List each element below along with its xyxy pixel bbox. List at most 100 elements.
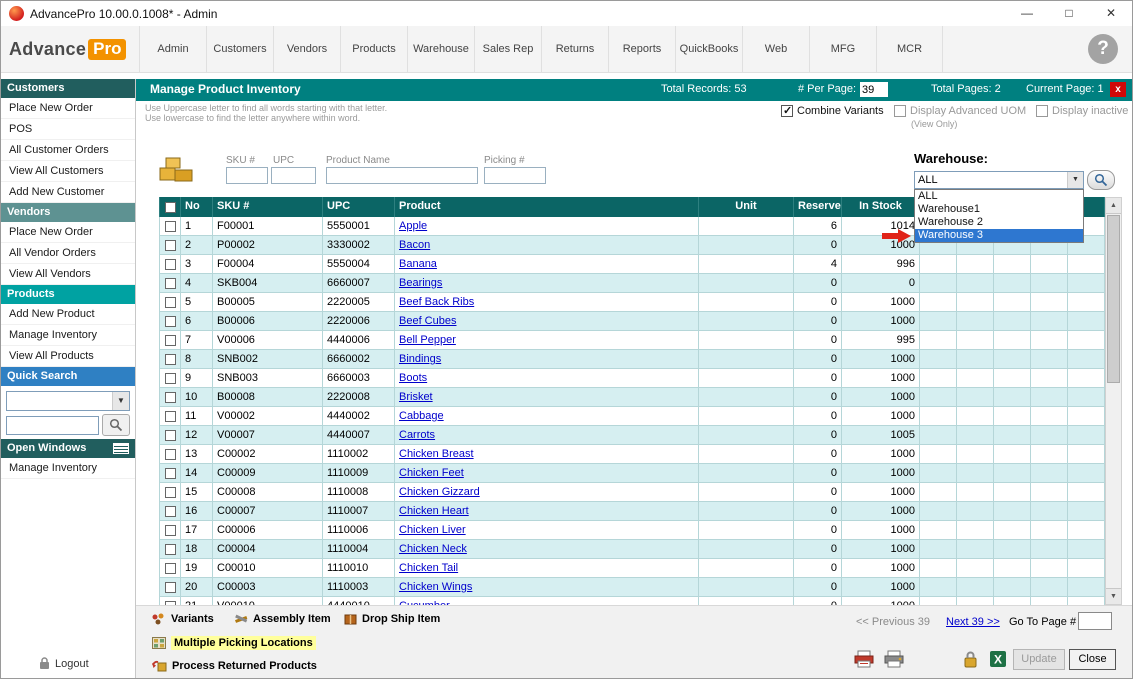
column-header-sku[interactable]: SKU # — [213, 197, 323, 217]
column-header-upc[interactable]: UPC — [323, 197, 395, 217]
row-checkbox[interactable] — [165, 506, 176, 517]
column-header-reserve[interactable]: Reserve... — [794, 197, 842, 217]
nav-tab-sales-rep[interactable]: Sales Rep — [474, 26, 541, 72]
next-page-link[interactable]: Next 39 >> — [946, 616, 1000, 628]
product-link[interactable]: Chicken Feet — [399, 467, 464, 479]
row-checkbox[interactable] — [165, 487, 176, 498]
display-inactive-checkbox[interactable] — [1036, 105, 1048, 117]
scroll-up-arrow[interactable]: ▲ — [1106, 198, 1121, 214]
process-returned-products-label[interactable]: Process Returned Products — [172, 660, 317, 672]
print-button[interactable] — [882, 648, 906, 670]
sidebar-header-vendors[interactable]: Vendors — [1, 203, 135, 222]
warehouse-option-warehouse-2[interactable]: Warehouse 2 — [915, 216, 1083, 229]
product-link[interactable]: Chicken Heart — [399, 505, 469, 517]
row-checkbox[interactable] — [165, 316, 176, 327]
nav-tab-mcr[interactable]: MCR — [876, 26, 943, 72]
warehouse-option-warehouse1[interactable]: Warehouse1 — [915, 203, 1083, 216]
nav-tab-reports[interactable]: Reports — [608, 26, 675, 72]
maximize-button[interactable]: □ — [1048, 1, 1090, 26]
sidebar-item-all-customer-orders[interactable]: All Customer Orders — [1, 140, 135, 161]
row-checkbox[interactable] — [165, 354, 176, 365]
nav-tab-vendors[interactable]: Vendors — [273, 26, 340, 72]
product-link[interactable]: Bell Pepper — [399, 334, 456, 346]
nav-tab-warehouse[interactable]: Warehouse — [407, 26, 474, 72]
nav-tab-quickbooks[interactable]: QuickBooks — [675, 26, 742, 72]
sidebar-item-pos[interactable]: POS — [1, 119, 135, 140]
product-link[interactable]: Bearings — [399, 277, 442, 289]
close-window-button[interactable]: ✕ — [1090, 1, 1132, 26]
warehouse-option-all[interactable]: ALL — [915, 190, 1083, 203]
nav-tab-returns[interactable]: Returns — [541, 26, 608, 72]
product-link[interactable]: Carrots — [399, 429, 435, 441]
row-checkbox[interactable] — [165, 259, 176, 270]
product-link[interactable]: Chicken Neck — [399, 543, 467, 555]
quick-search-input[interactable] — [6, 416, 99, 435]
sidebar-item-view-all-vendors[interactable]: View All Vendors — [1, 264, 135, 285]
export-excel-button[interactable]: X — [986, 648, 1010, 670]
nav-tab-web[interactable]: Web — [742, 26, 809, 72]
lock-button[interactable] — [958, 648, 982, 670]
row-checkbox[interactable] — [165, 544, 176, 555]
sidebar-header-products[interactable]: Products — [1, 285, 135, 304]
product-link[interactable]: Bacon — [399, 239, 430, 251]
close-button[interactable]: Close — [1069, 649, 1116, 670]
product-link[interactable]: Bindings — [399, 353, 441, 365]
print-pdf-button[interactable] — [852, 648, 876, 670]
row-checkbox[interactable] — [165, 221, 176, 232]
vertical-scrollbar[interactable]: ▲ ▼ — [1105, 197, 1122, 605]
row-checkbox[interactable] — [165, 468, 176, 479]
row-checkbox[interactable] — [165, 278, 176, 289]
scroll-down-arrow[interactable]: ▼ — [1106, 588, 1121, 604]
row-checkbox[interactable] — [165, 411, 176, 422]
per-page-input[interactable] — [860, 82, 888, 97]
product-link[interactable]: Beef Cubes — [399, 315, 456, 327]
product-link[interactable]: Chicken Gizzard — [399, 486, 480, 498]
sidebar-header-quick-search[interactable]: Quick Search — [1, 367, 135, 386]
sidebar-item-place-new-order[interactable]: Place New Order — [1, 98, 135, 119]
product-link[interactable]: Apple — [399, 220, 427, 232]
product-link[interactable]: Cabbage — [399, 410, 444, 422]
nav-tab-products[interactable]: Products — [340, 26, 407, 72]
product-link[interactable]: Chicken Tail — [399, 562, 458, 574]
product-link[interactable]: Boots — [399, 372, 427, 384]
sku-search-input[interactable] — [226, 167, 268, 184]
minimize-button[interactable]: — — [1006, 1, 1048, 26]
row-checkbox[interactable] — [165, 525, 176, 536]
sidebar-item-view-all-products[interactable]: View All Products — [1, 346, 135, 367]
product-name-search-input[interactable] — [326, 167, 478, 184]
sidebar-header-open-windows[interactable]: Open Windows — [1, 439, 135, 458]
upc-search-input[interactable] — [271, 167, 316, 184]
sidebar-header-customers[interactable]: Customers — [1, 79, 135, 98]
row-checkbox[interactable] — [165, 430, 176, 441]
row-checkbox[interactable] — [165, 563, 176, 574]
nav-tab-mfg[interactable]: MFG — [809, 26, 876, 72]
select-all-checkbox[interactable] — [165, 202, 176, 213]
sidebar-item-manage-inventory[interactable]: Manage Inventory — [1, 325, 135, 346]
row-checkbox[interactable] — [165, 297, 176, 308]
quick-search-button[interactable] — [102, 414, 130, 436]
quick-search-dropdown[interactable]: ▼ — [6, 391, 130, 411]
row-checkbox[interactable] — [165, 335, 176, 346]
product-link[interactable]: Chicken Liver — [399, 524, 466, 536]
row-checkbox[interactable] — [165, 373, 176, 384]
warehouse-option-warehouse-3[interactable]: Warehouse 3 — [915, 229, 1083, 242]
sidebar-item-all-vendor-orders[interactable]: All Vendor Orders — [1, 243, 135, 264]
product-link[interactable]: Chicken Breast — [399, 448, 474, 460]
row-checkbox[interactable] — [165, 240, 176, 251]
row-checkbox[interactable] — [165, 449, 176, 460]
help-button[interactable]: ? — [1088, 34, 1118, 64]
picking-search-input[interactable] — [484, 167, 546, 184]
product-link[interactable]: Banana — [399, 258, 437, 270]
sidebar-item-add-new-customer[interactable]: Add New Customer — [1, 182, 135, 203]
warehouse-dropdown[interactable]: ALL ▼ — [914, 171, 1084, 189]
close-page-button[interactable]: x — [1110, 82, 1126, 97]
nav-tab-customers[interactable]: Customers — [206, 26, 273, 72]
row-checkbox[interactable] — [165, 392, 176, 403]
open-window-item-manage-inventory[interactable]: Manage Inventory — [1, 458, 135, 479]
nav-tab-admin[interactable]: Admin — [139, 26, 206, 72]
sidebar-item-place-new-order[interactable]: Place New Order — [1, 222, 135, 243]
sidebar-item-view-all-customers[interactable]: View All Customers — [1, 161, 135, 182]
warehouse-search-button[interactable] — [1087, 170, 1115, 190]
row-checkbox[interactable] — [165, 582, 176, 593]
column-header-unit[interactable]: Unit — [699, 197, 794, 217]
